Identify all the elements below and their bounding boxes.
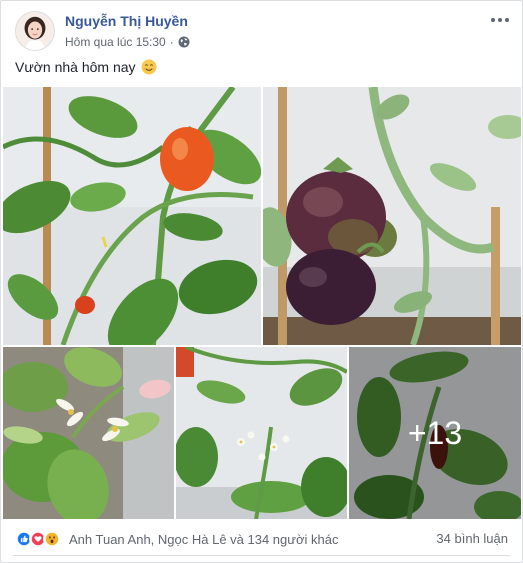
photo-grid: +13 (3, 87, 521, 519)
meta-separator: · (169, 35, 174, 49)
comments-count[interactable]: 34 bình luận (436, 531, 508, 546)
purple-tomato-photo[interactable] (263, 87, 521, 345)
wow-icon[interactable] (43, 530, 61, 548)
post-card: Nguyễn Thị Huyền Hôm qua lúc 15:30 · Vườ… (0, 0, 523, 563)
post-text-content: Vườn nhà hôm nay (15, 59, 136, 75)
pepper-flower-photo[interactable] (3, 347, 174, 519)
post-header: Nguyễn Thị Huyền Hôm qua lúc 15:30 · (15, 11, 512, 55)
pepper-blossoms-photo[interactable] (176, 347, 347, 519)
more-photos-overlay[interactable]: +13 (349, 347, 521, 519)
pepper-plant-photo[interactable]: +13 (349, 347, 521, 519)
post-footer: Anh Tuan Anh, Ngọc Hà Lê và 134 người kh… (15, 525, 508, 553)
smiling-face-emoji (141, 59, 157, 75)
divider (13, 555, 510, 556)
globe-icon[interactable] (178, 36, 190, 48)
avatar[interactable] (15, 11, 55, 51)
post-meta: Hôm qua lúc 15:30 · (65, 35, 190, 49)
reactions[interactable] (15, 530, 61, 548)
likers-text[interactable]: Anh Tuan Anh, Ngọc Hà Lê và 134 người kh… (69, 532, 338, 547)
more-options-icon[interactable] (490, 13, 510, 27)
post-timestamp[interactable]: Hôm qua lúc 15:30 (65, 35, 166, 49)
avatar-image (16, 12, 54, 50)
author-name[interactable]: Nguyễn Thị Huyền (65, 13, 188, 29)
orange-pepper-photo[interactable] (3, 87, 261, 345)
post-text: Vườn nhà hôm nay (15, 59, 157, 75)
